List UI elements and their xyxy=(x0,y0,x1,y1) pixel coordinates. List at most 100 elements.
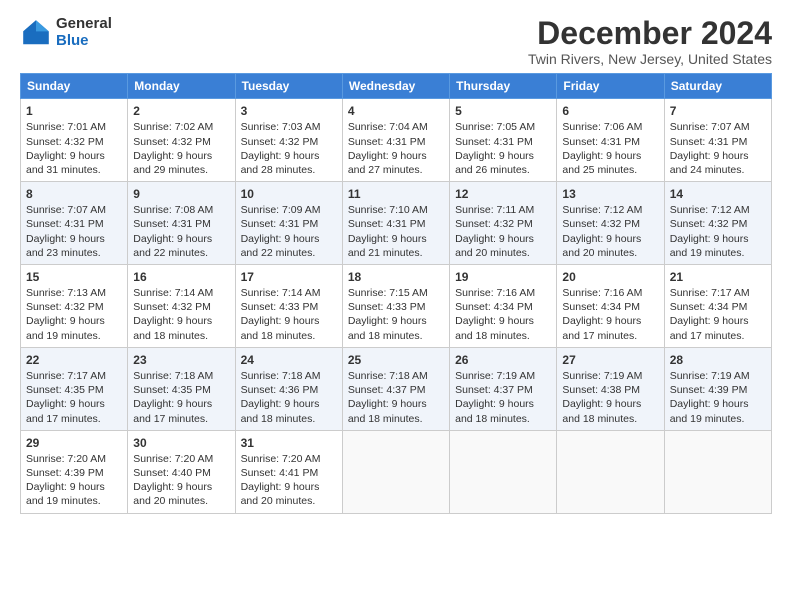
daylight-text: Daylight: 9 hours and 20 minutes. xyxy=(562,233,641,259)
calendar-cell: 23Sunrise: 7:18 AMSunset: 4:35 PMDayligh… xyxy=(128,347,235,430)
sunrise-text: Sunrise: 7:20 AM xyxy=(26,453,106,465)
location-title: Twin Rivers, New Jersey, United States xyxy=(528,51,772,67)
calendar-cell: 8Sunrise: 7:07 AMSunset: 4:31 PMDaylight… xyxy=(21,182,128,265)
daylight-text: Daylight: 9 hours and 31 minutes. xyxy=(26,150,105,176)
sunrise-text: Sunrise: 7:04 AM xyxy=(348,121,428,133)
sunset-text: Sunset: 4:39 PM xyxy=(670,384,748,396)
logo-icon xyxy=(20,17,52,49)
daylight-text: Daylight: 9 hours and 17 minutes. xyxy=(670,315,749,341)
calendar-day-header: Thursday xyxy=(450,74,557,99)
calendar-cell: 7Sunrise: 7:07 AMSunset: 4:31 PMDaylight… xyxy=(664,99,771,182)
sunrise-text: Sunrise: 7:19 AM xyxy=(562,370,642,382)
day-number: 2 xyxy=(133,103,229,119)
sunrise-text: Sunrise: 7:19 AM xyxy=(670,370,750,382)
daylight-text: Daylight: 9 hours and 26 minutes. xyxy=(455,150,534,176)
sunrise-text: Sunrise: 7:14 AM xyxy=(241,287,321,299)
page: General Blue December 2024 Twin Rivers, … xyxy=(0,0,792,612)
day-number: 29 xyxy=(26,435,122,451)
sunrise-text: Sunrise: 7:05 AM xyxy=(455,121,535,133)
calendar-day-header: Wednesday xyxy=(342,74,449,99)
sunset-text: Sunset: 4:32 PM xyxy=(670,218,748,230)
daylight-text: Daylight: 9 hours and 17 minutes. xyxy=(26,398,105,424)
sunset-text: Sunset: 4:32 PM xyxy=(241,136,319,148)
day-number: 15 xyxy=(26,269,122,285)
sunset-text: Sunset: 4:35 PM xyxy=(133,384,211,396)
sunset-text: Sunset: 4:38 PM xyxy=(562,384,640,396)
calendar-day-header: Saturday xyxy=(664,74,771,99)
daylight-text: Daylight: 9 hours and 19 minutes. xyxy=(26,315,105,341)
calendar-cell: 1 Sunrise: 7:01 AM Sunset: 4:32 PM Daylight… xyxy=(21,99,128,182)
calendar-cell: 4Sunrise: 7:04 AMSunset: 4:31 PMDaylight… xyxy=(342,99,449,182)
sunrise-text: Sunrise: 7:14 AM xyxy=(133,287,213,299)
day-number: 27 xyxy=(562,352,658,368)
sunrise-text: Sunrise: 7:08 AM xyxy=(133,204,213,216)
calendar-cell: 29Sunrise: 7:20 AMSunset: 4:39 PMDayligh… xyxy=(21,430,128,513)
day-number: 20 xyxy=(562,269,658,285)
daylight-text: Daylight: 9 hours and 20 minutes. xyxy=(133,481,212,507)
sunrise-text: Sunrise: 7:02 AM xyxy=(133,121,213,133)
sunrise-text: Sunrise: 7:12 AM xyxy=(562,204,642,216)
day-number: 10 xyxy=(241,186,337,202)
sunset-text: Sunset: 4:32 PM xyxy=(455,218,533,230)
sunrise-text: Sunrise: 7:10 AM xyxy=(348,204,428,216)
sunrise-text: Sunrise: 7:13 AM xyxy=(26,287,106,299)
day-number: 6 xyxy=(562,103,658,119)
day-number: 26 xyxy=(455,352,551,368)
calendar-week-row: 8Sunrise: 7:07 AMSunset: 4:31 PMDaylight… xyxy=(21,182,772,265)
sunrise-text: Sunrise: 7:11 AM xyxy=(455,204,534,216)
sunrise-text: Sunrise: 7:17 AM xyxy=(26,370,106,382)
sunrise-text: Sunrise: 7:07 AM xyxy=(26,204,106,216)
calendar-week-row: 1 Sunrise: 7:01 AM Sunset: 4:32 PM Daylight… xyxy=(21,99,772,182)
sunset-text: Sunset: 4:31 PM xyxy=(26,218,104,230)
daylight-text: Daylight: 9 hours and 18 minutes. xyxy=(241,315,320,341)
calendar-week-row: 15 Sunrise: 7:13 AM Sunset: 4:32 PM Dayligh… xyxy=(21,264,772,347)
calendar-cell: 19Sunrise: 7:16 AMSunset: 4:34 PMDayligh… xyxy=(450,264,557,347)
day-number: 24 xyxy=(241,352,337,368)
calendar-cell: 17Sunrise: 7:14 AMSunset: 4:33 PMDayligh… xyxy=(235,264,342,347)
sunset-text: Sunset: 4:32 PM xyxy=(26,136,104,148)
calendar-cell: 28Sunrise: 7:19 AMSunset: 4:39 PMDayligh… xyxy=(664,347,771,430)
daylight-text: Daylight: 9 hours and 27 minutes. xyxy=(348,150,427,176)
daylight-text: Daylight: 9 hours and 18 minutes. xyxy=(241,398,320,424)
header: General Blue December 2024 Twin Rivers, … xyxy=(20,16,772,67)
daylight-text: Daylight: 9 hours and 18 minutes. xyxy=(348,315,427,341)
calendar-week-row: 22 Sunrise: 7:17 AM Sunset: 4:35 PM Dayligh… xyxy=(21,347,772,430)
daylight-text: Daylight: 9 hours and 18 minutes. xyxy=(348,398,427,424)
day-number: 11 xyxy=(348,186,444,202)
sunset-text: Sunset: 4:36 PM xyxy=(241,384,319,396)
calendar-header-row: SundayMondayTuesdayWednesdayThursdayFrid… xyxy=(21,74,772,99)
sunset-text: Sunset: 4:32 PM xyxy=(26,301,104,313)
calendar-cell: 12Sunrise: 7:11 AMSunset: 4:32 PMDayligh… xyxy=(450,182,557,265)
calendar-cell xyxy=(557,430,664,513)
calendar-cell: 27Sunrise: 7:19 AMSunset: 4:38 PMDayligh… xyxy=(557,347,664,430)
sunset-text: Sunset: 4:33 PM xyxy=(241,301,319,313)
sunrise-text: Sunrise: 7:17 AM xyxy=(670,287,750,299)
daylight-text: Daylight: 9 hours and 25 minutes. xyxy=(562,150,641,176)
sunset-text: Sunset: 4:31 PM xyxy=(348,136,426,148)
calendar-day-header: Sunday xyxy=(21,74,128,99)
calendar-day-header: Monday xyxy=(128,74,235,99)
calendar-cell: 15 Sunrise: 7:13 AM Sunset: 4:32 PM Dayligh… xyxy=(21,264,128,347)
sunset-text: Sunset: 4:34 PM xyxy=(670,301,748,313)
daylight-text: Daylight: 9 hours and 22 minutes. xyxy=(241,233,320,259)
daylight-text: Daylight: 9 hours and 18 minutes. xyxy=(455,315,534,341)
calendar-cell: 10Sunrise: 7:09 AMSunset: 4:31 PMDayligh… xyxy=(235,182,342,265)
daylight-text: Daylight: 9 hours and 21 minutes. xyxy=(348,233,427,259)
daylight-text: Daylight: 9 hours and 23 minutes. xyxy=(26,233,105,259)
sunrise-text: Sunrise: 7:19 AM xyxy=(455,370,535,382)
sunset-text: Sunset: 4:31 PM xyxy=(133,218,211,230)
daylight-text: Daylight: 9 hours and 18 minutes. xyxy=(455,398,534,424)
calendar-table: SundayMondayTuesdayWednesdayThursdayFrid… xyxy=(20,73,772,513)
calendar-cell: 30Sunrise: 7:20 AMSunset: 4:40 PMDayligh… xyxy=(128,430,235,513)
calendar-cell: 25Sunrise: 7:18 AMSunset: 4:37 PMDayligh… xyxy=(342,347,449,430)
day-number: 22 xyxy=(26,352,122,368)
day-number: 21 xyxy=(670,269,766,285)
sunset-text: Sunset: 4:33 PM xyxy=(348,301,426,313)
sunset-text: Sunset: 4:34 PM xyxy=(455,301,533,313)
sunrise-text: Sunrise: 7:01 AM xyxy=(26,121,106,133)
sunset-text: Sunset: 4:34 PM xyxy=(562,301,640,313)
day-number: 1 xyxy=(26,103,122,119)
sunset-text: Sunset: 4:37 PM xyxy=(455,384,533,396)
logo-text: General Blue xyxy=(56,16,112,49)
daylight-text: Daylight: 9 hours and 29 minutes. xyxy=(133,150,212,176)
